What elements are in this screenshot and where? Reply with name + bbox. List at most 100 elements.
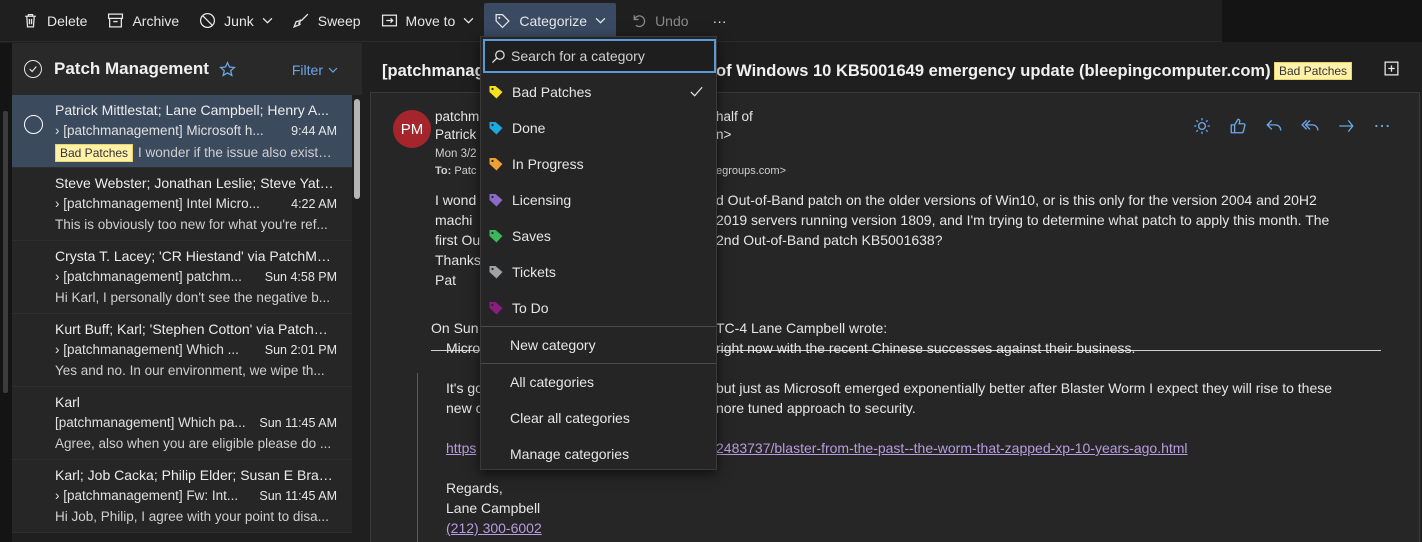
message-row[interactable]: Karl; Job Cacka; Philip Elder; Susan E B… (12, 460, 352, 533)
scrollbar-thumb[interactable] (354, 99, 360, 199)
message-time: Sun 4:58 PM (264, 270, 337, 284)
star-icon[interactable] (218, 60, 236, 78)
message-row[interactable]: Kurt Buff; Karl; 'Stephen Cotton' via Pa… (12, 314, 352, 387)
message-subject: › [patchmanagement] Microsoft h... (55, 123, 264, 138)
move-to-button[interactable]: Move to (371, 3, 485, 39)
message-sender: Crysta T. Lacey; 'CR Hiestand' via Patch… (55, 248, 335, 264)
category-label: Licensing (512, 192, 572, 208)
forward-icon[interactable] (1337, 117, 1355, 135)
category-label: Done (512, 120, 546, 136)
quote-line-right: nore tuned approach to security. (716, 400, 916, 416)
message-preview: Agree, also when you are eligible please… (55, 436, 332, 451)
archive-button[interactable]: Archive (97, 3, 189, 39)
body-line: Pat (435, 272, 457, 288)
select-all-checkbox[interactable] (24, 60, 42, 78)
expand-chevron-icon[interactable]: › (55, 123, 63, 138)
folder-header: Patch Management Filter (12, 43, 362, 95)
message-list-scrollbar[interactable] (352, 95, 362, 542)
message-sender: Steve Webster; Jonathan Leslie; Steve Ya… (55, 175, 335, 191)
message-preview: Yes and no. In our environment, we wipe … (55, 363, 325, 378)
category-label: Bad Patches (512, 84, 592, 100)
signature-name: Lane Campbell (446, 500, 541, 516)
expand-chevron-icon[interactable]: › (55, 269, 63, 284)
folder-pane-scrollbar[interactable] (0, 43, 12, 542)
more-options-icon[interactable] (1373, 117, 1391, 135)
message-actions (1193, 117, 1409, 135)
message-row[interactable]: Steve Webster; Jonathan Leslie; Steve Ya… (12, 168, 352, 241)
message-time: 4:22 AM (291, 197, 337, 211)
reply-all-icon[interactable] (1301, 117, 1319, 135)
junk-button[interactable]: Junk (189, 3, 283, 39)
message-row[interactable]: Karl [patchmanagement] Which pa... Sun 1… (12, 387, 352, 460)
category-label: To Do (512, 300, 549, 316)
new-category-item[interactable]: New category (481, 327, 716, 363)
junk-label: Junk (224, 12, 254, 29)
expand-chevron-icon[interactable]: › (55, 342, 63, 357)
blue-tag-icon (489, 122, 503, 135)
purple-tag-icon (489, 194, 503, 207)
block-icon (200, 12, 216, 29)
expand-chevron-icon[interactable]: › (55, 196, 63, 211)
body-line: Thanks (435, 252, 481, 268)
category-item-to-do[interactable]: To Do (481, 290, 716, 326)
body-line-right: 2nd Out-of-Band patch KB5001638? (716, 232, 943, 248)
sweep-button[interactable]: Sweep (283, 3, 371, 39)
expand-chevron-icon[interactable]: › (55, 488, 63, 503)
categorize-dropdown: Bad Patches Done In Progress Licensing S… (480, 36, 717, 470)
more-actions-button[interactable]: ··· (703, 3, 737, 39)
message-row[interactable]: Patrick Mittlestat; Lane Campbell; Henry… (12, 95, 352, 168)
category-label: Saves (512, 228, 551, 244)
filter-button[interactable]: Filter (292, 62, 338, 78)
categorize-button[interactable]: Categorize (484, 2, 617, 39)
yellow-tag-icon (489, 86, 503, 99)
delete-button[interactable]: Delete (12, 3, 97, 39)
phone-link[interactable]: (212) 300-6002 (446, 520, 542, 536)
message-sender: Kurt Buff; Karl; 'Stephen Cotton' via Pa… (55, 321, 335, 337)
category-item-in-progress[interactable]: In Progress (481, 146, 716, 182)
quote-header: On Sun (431, 320, 479, 336)
open-in-new-window-icon[interactable] (1383, 60, 1400, 77)
category-item-licensing[interactable]: Licensing (481, 182, 716, 218)
scrollbar-thumb[interactable] (3, 111, 8, 393)
to-line-right: egroups.com> (716, 165, 787, 177)
message-preview: This is obviously too new for what you'r… (55, 217, 328, 232)
quote-link-right[interactable]: 2483737/blaster-from-the-past--the-worm-… (716, 440, 1188, 456)
message-preview: Hi Job, Philip, I agree with your point … (55, 509, 329, 524)
reply-icon[interactable] (1265, 117, 1283, 135)
category-item-tickets[interactable]: Tickets (481, 254, 716, 290)
category-search-box[interactable] (483, 39, 716, 73)
sender-line-1-right: half of (716, 109, 753, 124)
quote-line: Micro (446, 340, 481, 356)
undo-icon (633, 15, 646, 28)
undo-label: Undo (655, 12, 689, 29)
message-row[interactable]: Crysta T. Lacey; 'CR Hiestand' via Patch… (12, 241, 352, 314)
toolbar-right-area (1222, 0, 1422, 42)
email-subject-left: [patchmanag (382, 62, 485, 80)
category-item-bad-patches[interactable]: Bad Patches (481, 74, 716, 110)
avatar[interactable]: PM (393, 110, 431, 148)
broom-icon (292, 13, 309, 28)
category-search-input[interactable] (511, 48, 711, 64)
select-radio[interactable] (24, 115, 43, 134)
manage-categories-item[interactable]: Manage categories (481, 436, 716, 472)
sender-line-1: patchm (435, 109, 480, 124)
trash-icon (25, 14, 36, 28)
all-categories-item[interactable]: All categories (481, 364, 716, 400)
email-subject-right: of Windows 10 KB5001649 emergency update… (716, 62, 1271, 80)
green-tag-icon (489, 230, 503, 243)
clear-all-categories-item[interactable]: Clear all categories (481, 400, 716, 436)
category-tag: Bad Patches (55, 144, 134, 162)
category-item-done[interactable]: Done (481, 110, 716, 146)
to-line: To: Patc (435, 165, 477, 177)
undo-button[interactable]: Undo (620, 3, 698, 39)
category-label: In Progress (512, 156, 584, 172)
folder-title: Patch Management (54, 59, 209, 78)
message-subject: › [patchmanagement] Which ... (55, 342, 239, 357)
message-time: Sun 11:45 AM (259, 489, 337, 503)
body-line: machi (435, 212, 473, 228)
category-item-saves[interactable]: Saves (481, 218, 716, 254)
sun-icon[interactable] (1193, 117, 1211, 135)
check-icon (29, 66, 37, 73)
quote-link[interactable]: https (446, 440, 476, 456)
like-icon[interactable] (1229, 117, 1247, 135)
